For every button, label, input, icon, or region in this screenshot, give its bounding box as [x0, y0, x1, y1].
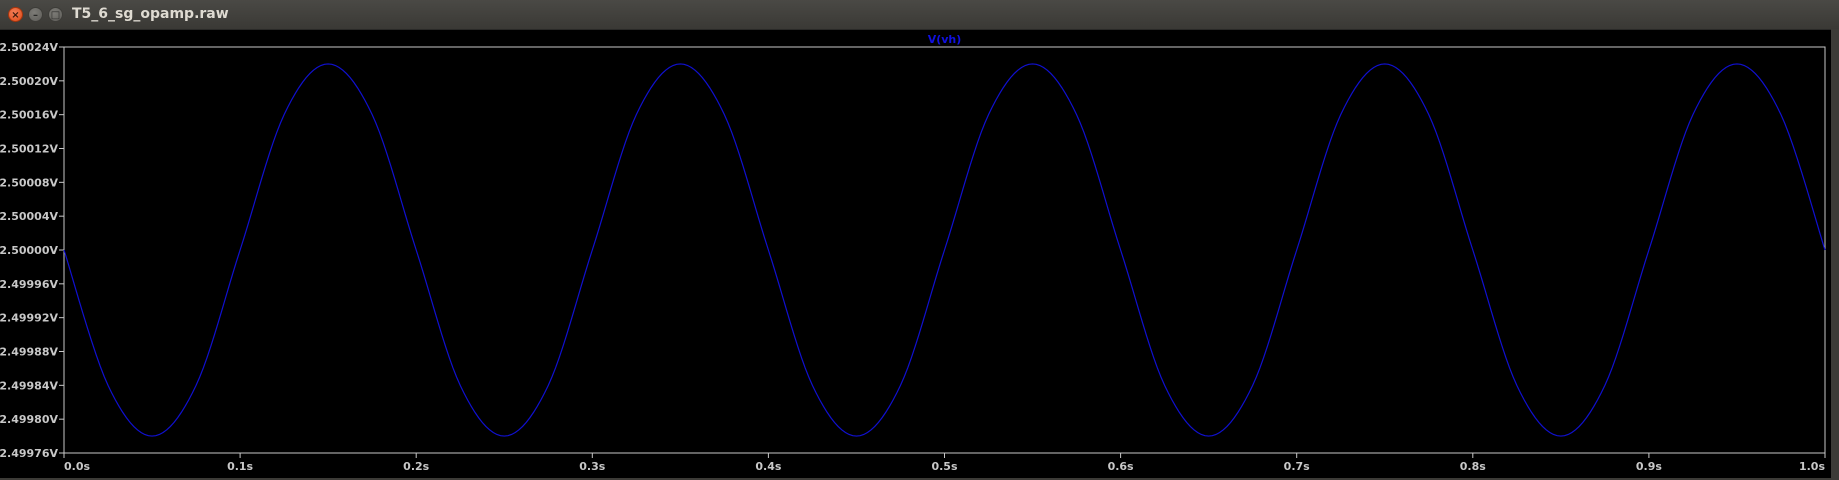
- window-right-border: [1831, 29, 1839, 480]
- y-axis-ticks: 2.50024V 2.50020V 2.50016V 2.50012V 2.50008V…: [0, 41, 64, 460]
- y-tick-label: 2.50016V: [0, 109, 58, 122]
- window-title: T5_6_sg_opamp.raw: [72, 6, 229, 22]
- x-tick-label: 0.5s: [931, 460, 957, 473]
- x-axis-ticks: 0.0s 0.1s 0.2s 0.3s 0.4s 0.5s 0.6s 0.7s 0.8s 0.9s…: [63, 453, 1826, 473]
- x-tick-label: 0.2s: [403, 460, 429, 473]
- y-tick-label: 2.49976V: [0, 447, 58, 460]
- y-tick-label: 2.50004V: [0, 210, 58, 223]
- minimize-icon[interactable]: –: [28, 7, 43, 22]
- x-tick-label: 1.0s: [1799, 460, 1825, 473]
- y-tick-label: 2.50000V: [0, 244, 58, 257]
- y-tick-label: 2.50020V: [0, 75, 58, 88]
- close-icon[interactable]: ×: [8, 7, 23, 22]
- y-tick-label: 2.49992V: [0, 312, 58, 325]
- trace-label[interactable]: V(vh): [928, 33, 962, 46]
- y-tick-label: 2.49980V: [0, 413, 58, 426]
- x-tick-label: 0.6s: [1108, 460, 1134, 473]
- y-tick-label: 2.50012V: [0, 143, 58, 156]
- title-bar[interactable]: × – □ T5_6_sg_opamp.raw: [0, 0, 1839, 30]
- maximize-icon[interactable]: □: [48, 7, 63, 22]
- waveform-window: × – □ T5_6_sg_opamp.raw V(vh) 2.50024V 2.…: [0, 0, 1839, 480]
- x-tick-label: 0.3s: [579, 460, 605, 473]
- x-tick-label: 0.4s: [755, 460, 781, 473]
- x-tick-label: 0.7s: [1284, 460, 1310, 473]
- y-tick-label: 2.49996V: [0, 278, 58, 291]
- trace-line[interactable]: [63, 63, 1826, 437]
- x-tick-label: 0.8s: [1460, 460, 1486, 473]
- plot-canvas[interactable]: V(vh) 2.50024V2.50020V2.50016V2.50012V2.…: [0, 29, 1831, 478]
- y-tick-label: 2.50024V: [0, 41, 58, 54]
- y-tick-label: 2.49988V: [0, 346, 58, 359]
- y-tick-label: 2.50008V: [0, 176, 58, 189]
- y-tick-label: 2.49984V: [0, 379, 58, 392]
- x-tick-label: 0.9s: [1636, 460, 1662, 473]
- x-tick-label: 0.1s: [227, 460, 253, 473]
- x-tick-label: 0.0s: [64, 460, 90, 473]
